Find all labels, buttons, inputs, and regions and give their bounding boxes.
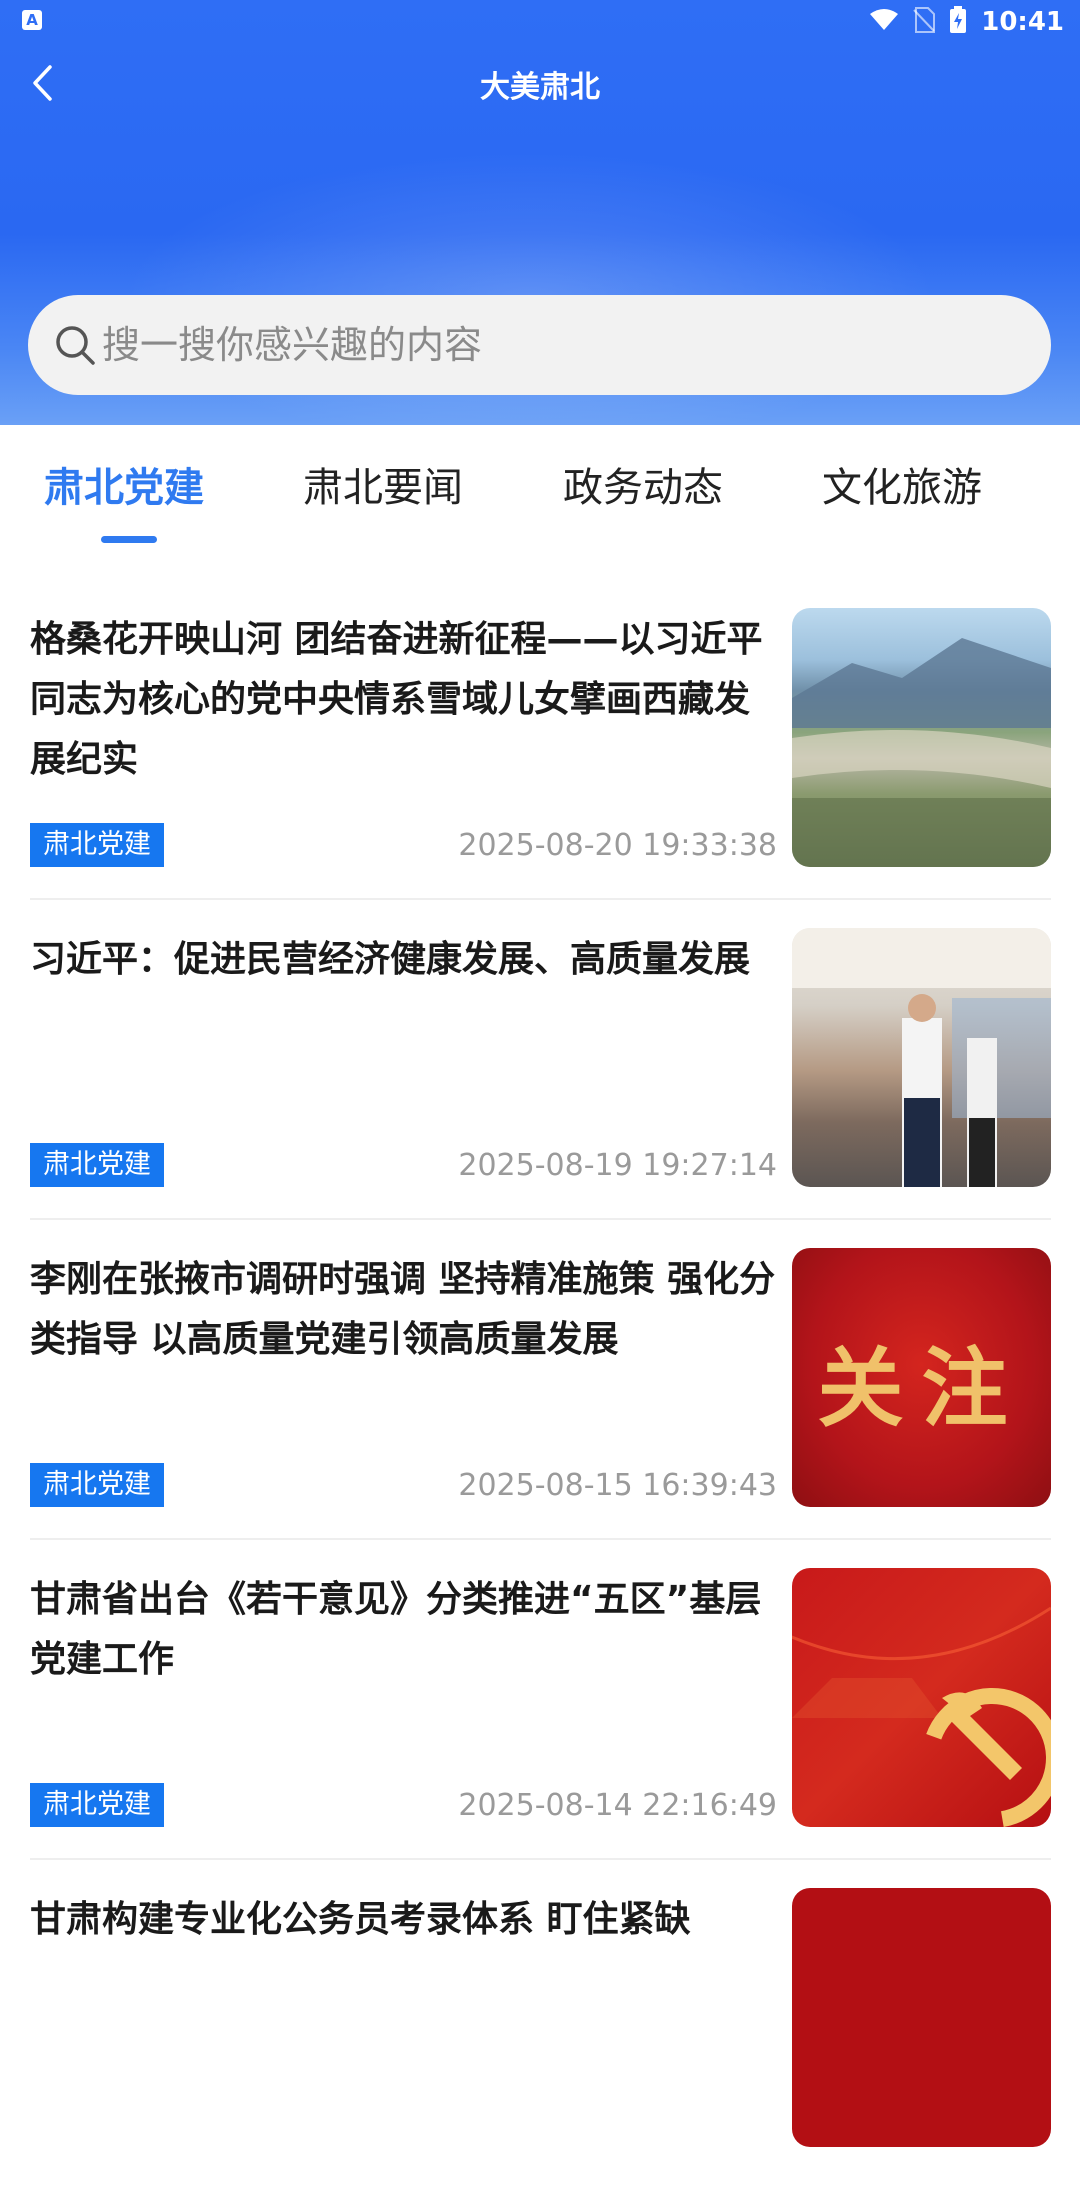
tab-suzbei-news[interactable]: 肃北要闻 xyxy=(303,455,463,513)
news-category-tag: 肃北党建 xyxy=(30,823,164,867)
news-item[interactable]: 甘肃构建专业化公务员考录体系 盯住紧缺 xyxy=(0,1870,1080,2190)
news-category-tag: 肃北党建 xyxy=(30,1783,164,1827)
news-item[interactable]: 李刚在张掖市调研时强调 坚持精准施策 强化分类指导 以高质量党建引领高质量发展 … xyxy=(0,1230,1080,1550)
news-item[interactable]: 甘肃省出台《若干意见》分类推进“五区”基层党建工作 肃北党建 2025-08-1… xyxy=(0,1550,1080,1870)
tab-culture-tourism[interactable]: 文化旅游 xyxy=(822,455,982,513)
search-icon xyxy=(52,322,98,368)
news-item[interactable]: 习近平：促进民营经济健康发展、高质量发展 肃北党建 2025-08-19 19:… xyxy=(0,910,1080,1230)
news-timestamp: 2025-08-20 19:33:38 xyxy=(458,828,777,863)
news-thumbnail xyxy=(792,928,1051,1187)
category-tabs: 肃北党建 肃北要闻 政务动态 文化旅游 xyxy=(0,425,1080,545)
active-tab-indicator xyxy=(101,536,157,543)
thumbnail-caption: 关注 xyxy=(817,1338,1026,1439)
search-bar[interactable] xyxy=(28,295,1051,395)
notification-app-icon: A xyxy=(22,10,42,30)
news-timestamp: 2025-08-14 22:16:49 xyxy=(458,1788,777,1823)
news-timestamp: 2025-08-15 16:39:43 xyxy=(458,1468,777,1503)
tab-suzbei-party-building[interactable]: 肃北党建 xyxy=(44,455,204,513)
news-category-tag: 肃北党建 xyxy=(30,1143,164,1187)
divider xyxy=(30,898,1051,900)
divider xyxy=(30,1858,1051,1860)
divider xyxy=(30,1218,1051,1220)
no-sim-icon xyxy=(913,7,936,37)
search-input[interactable] xyxy=(100,322,984,368)
header-banner: A 10:41 大美肃北 xyxy=(0,0,1080,425)
status-bar: A 10:41 xyxy=(0,0,1080,44)
status-icons: 10:41 xyxy=(869,6,1064,38)
news-thumbnail xyxy=(792,1568,1051,1827)
news-title: 李刚在张掖市调研时强调 坚持精准施策 强化分类指导 以高质量党建引领高质量发展 xyxy=(30,1259,776,1360)
party-emblem-icon xyxy=(922,1688,1051,1827)
news-thumbnail: 关注 xyxy=(792,1248,1051,1507)
tab-government-affairs[interactable]: 政务动态 xyxy=(563,455,723,513)
news-item[interactable]: 格桑花开映山河 团结奋进新征程——以习近平同志为核心的党中央情系雪域儿女擘画西藏… xyxy=(0,590,1080,910)
news-title: 甘肃省出台《若干意见》分类推进“五区”基层党建工作 xyxy=(30,1579,762,1680)
status-time: 10:41 xyxy=(981,7,1064,37)
news-title: 习近平：促进民营经济健康发展、高质量发展 xyxy=(30,939,751,980)
title-bar: 大美肃北 xyxy=(0,44,1080,120)
page-title: 大美肃北 xyxy=(480,70,600,105)
wifi-icon xyxy=(869,8,899,36)
news-title: 格桑花开映山河 团结奋进新征程——以习近平同志为核心的党中央情系雪域儿女擘画西藏… xyxy=(30,619,763,780)
news-category-tag: 肃北党建 xyxy=(30,1463,164,1507)
news-thumbnail xyxy=(792,1888,1051,2147)
news-title: 甘肃构建专业化公务员考录体系 盯住紧缺 xyxy=(30,1899,691,1940)
news-timestamp: 2025-08-19 19:27:14 xyxy=(458,1148,777,1183)
divider xyxy=(30,1538,1051,1540)
battery-charging-icon xyxy=(949,6,967,38)
news-thumbnail xyxy=(792,608,1051,867)
